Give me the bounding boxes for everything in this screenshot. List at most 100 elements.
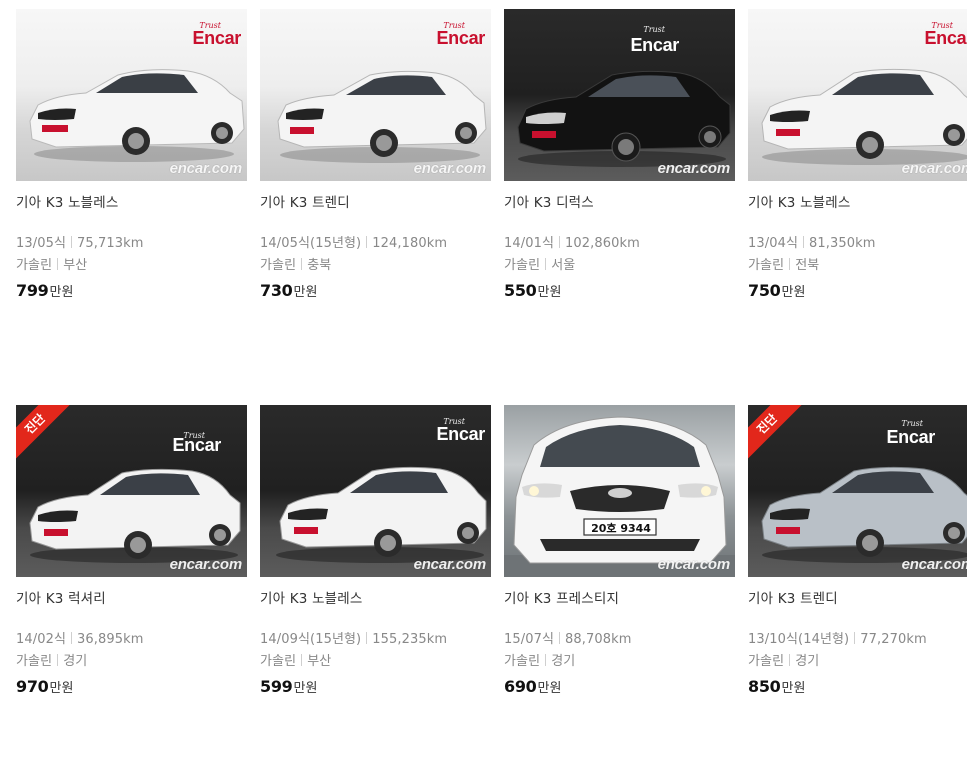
listing-mileage: 81,350km xyxy=(809,236,876,251)
listing-meta-row2: 가솔린 전북 xyxy=(748,255,967,277)
listing-year: 13/05식 xyxy=(16,236,67,251)
listing-mileage: 155,235km xyxy=(372,632,448,647)
listing-card[interactable]: Trust Encar encar.com 기아 K3 트렌디 14/05식(1… xyxy=(260,9,491,361)
listing-meta-row2: 가솔린 경기 xyxy=(16,651,247,673)
divider xyxy=(301,258,303,270)
listing-mileage: 36,895km xyxy=(77,632,144,647)
listing-mileage: 88,708km xyxy=(565,632,632,647)
price-unit: 만원 xyxy=(781,681,806,696)
listing-meta-row2: 가솔린 경기 xyxy=(748,651,967,673)
divider xyxy=(301,654,303,666)
listing-mileage: 124,180km xyxy=(372,236,448,251)
listing-grid: Trust Encar encar.com 기아 K3 노블레스 13/05식 7… xyxy=(16,9,967,757)
price-unit: 만원 xyxy=(537,285,562,300)
listing-meta-row1: 14/05식(15년형) 124,180km xyxy=(260,233,491,255)
listing-title[interactable]: 기아 K3 럭셔리 xyxy=(16,587,247,629)
listing-fuel: 가솔린 xyxy=(504,258,541,273)
listing-card[interactable]: Trust Encar encar.com 기아 K3 노블레스 13/05식 7… xyxy=(16,9,247,361)
divider xyxy=(71,236,73,248)
price-unit: 만원 xyxy=(293,285,318,300)
listing-meta-row1: 15/07식 88,708km xyxy=(504,629,735,651)
listing-meta-row2: 가솔린 부산 xyxy=(16,255,247,277)
price-value: 550 xyxy=(504,281,537,300)
listing-fuel: 가솔린 xyxy=(748,654,785,669)
listing-region: 충북 xyxy=(307,258,332,273)
listing-card[interactable]: Trust Encar encar.com 기아 K3 디럭스 14/01식 10… xyxy=(504,9,735,361)
car-photo[interactable]: Trust Encar 진단 encar.com xyxy=(16,405,247,577)
divider xyxy=(545,258,547,270)
listing-meta-row1: 14/09식(15년형) 155,235km xyxy=(260,629,491,651)
car-photo[interactable]: Trust Encar 진단 encar.com xyxy=(748,405,967,577)
listing-title[interactable]: 기아 K3 노블레스 xyxy=(260,587,491,629)
price-value: 690 xyxy=(504,677,537,696)
divider xyxy=(789,258,791,270)
listing-meta-row2: 가솔린 서울 xyxy=(504,255,735,277)
car-photo[interactable]: Trust Encar encar.com xyxy=(16,9,247,181)
car-photo[interactable]: Trust Encar encar.com xyxy=(260,405,491,577)
price-value: 730 xyxy=(260,281,293,300)
listing-price: 799만원 xyxy=(16,281,247,300)
car-photo[interactable]: 20호 9344 encar.com xyxy=(504,405,735,577)
listing-year: 13/04식 xyxy=(748,236,799,251)
listing-card[interactable]: Trust Encar encar.com 기아 K3 노블레스 13/04식 8… xyxy=(748,9,967,361)
car-photo[interactable]: Trust Encar encar.com xyxy=(504,9,735,181)
divider xyxy=(789,654,791,666)
encar-logo: Encar xyxy=(924,28,967,48)
listing-title[interactable]: 기아 K3 디럭스 xyxy=(504,191,735,233)
listing-region: 경기 xyxy=(63,654,88,669)
price-value: 850 xyxy=(748,677,781,696)
listing-title[interactable]: 기아 K3 노블레스 xyxy=(748,191,967,233)
listing-price: 730만원 xyxy=(260,281,491,300)
encar-watermark: encar.com xyxy=(901,160,967,177)
divider xyxy=(559,236,561,248)
divider xyxy=(366,236,368,248)
listing-region: 부산 xyxy=(307,654,332,669)
listing-region: 부산 xyxy=(63,258,88,273)
car-illustration xyxy=(504,416,735,577)
listing-title[interactable]: 기아 K3 노블레스 xyxy=(16,191,247,233)
divider xyxy=(559,632,561,644)
listing-card[interactable]: Trust Encar 진단 encar.com 기아 K3 트렌디 13/10… xyxy=(748,405,967,757)
listing-fuel: 가솔린 xyxy=(748,258,785,273)
listing-price: 970만원 xyxy=(16,677,247,696)
divider xyxy=(854,632,856,644)
listing-year: 13/10식(14년형) xyxy=(748,632,850,647)
price-unit: 만원 xyxy=(49,285,74,300)
listing-meta-row1: 14/01식 102,860km xyxy=(504,233,735,255)
listing-mileage: 75,713km xyxy=(77,236,144,251)
listing-year: 14/09식(15년형) xyxy=(260,632,362,647)
listing-fuel: 가솔린 xyxy=(504,654,541,669)
divider xyxy=(71,632,73,644)
car-photo[interactable]: Trust Encar encar.com xyxy=(260,9,491,181)
car-photo[interactable]: Trust Encar encar.com xyxy=(748,9,967,181)
listing-card[interactable]: 20호 9344 encar.com 기아 K3 프레스티지 15/07식 88,… xyxy=(504,405,735,757)
encar-watermark: encar.com xyxy=(169,160,243,177)
listing-title[interactable]: 기아 K3 트렌디 xyxy=(748,587,967,629)
listing-title[interactable]: 기아 K3 프레스티지 xyxy=(504,587,735,629)
listing-card[interactable]: Trust Encar 진단 encar.com 기아 K3 럭셔리 14/02… xyxy=(16,405,247,757)
listing-price: 599만원 xyxy=(260,677,491,696)
encar-logo: Encar xyxy=(886,427,935,447)
divider xyxy=(545,654,547,666)
price-unit: 만원 xyxy=(49,681,74,696)
encar-watermark: encar.com xyxy=(413,160,487,177)
listing-region: 서울 xyxy=(551,258,576,273)
listing-mileage: 77,270km xyxy=(860,632,927,647)
listing-card[interactable]: Trust Encar encar.com 기아 K3 노블레스 14/09식(… xyxy=(260,405,491,757)
listing-meta-row1: 13/05식 75,713km xyxy=(16,233,247,255)
encar-logo: Encar xyxy=(192,28,241,48)
listing-title[interactable]: 기아 K3 트렌디 xyxy=(260,191,491,233)
divider xyxy=(57,258,59,270)
listing-price: 690만원 xyxy=(504,677,735,696)
listing-meta-row1: 14/02식 36,895km xyxy=(16,629,247,651)
encar-watermark: encar.com xyxy=(657,556,731,573)
price-unit: 만원 xyxy=(781,285,806,300)
encar-logo: Encar xyxy=(436,424,485,444)
listing-year: 14/05식(15년형) xyxy=(260,236,362,251)
listing-mileage: 102,860km xyxy=(565,236,640,251)
listing-meta-row1: 13/04식 81,350km xyxy=(748,233,967,255)
divider xyxy=(803,236,805,248)
listing-region: 경기 xyxy=(795,654,820,669)
listing-region: 전북 xyxy=(795,258,820,273)
listing-region: 경기 xyxy=(551,654,576,669)
